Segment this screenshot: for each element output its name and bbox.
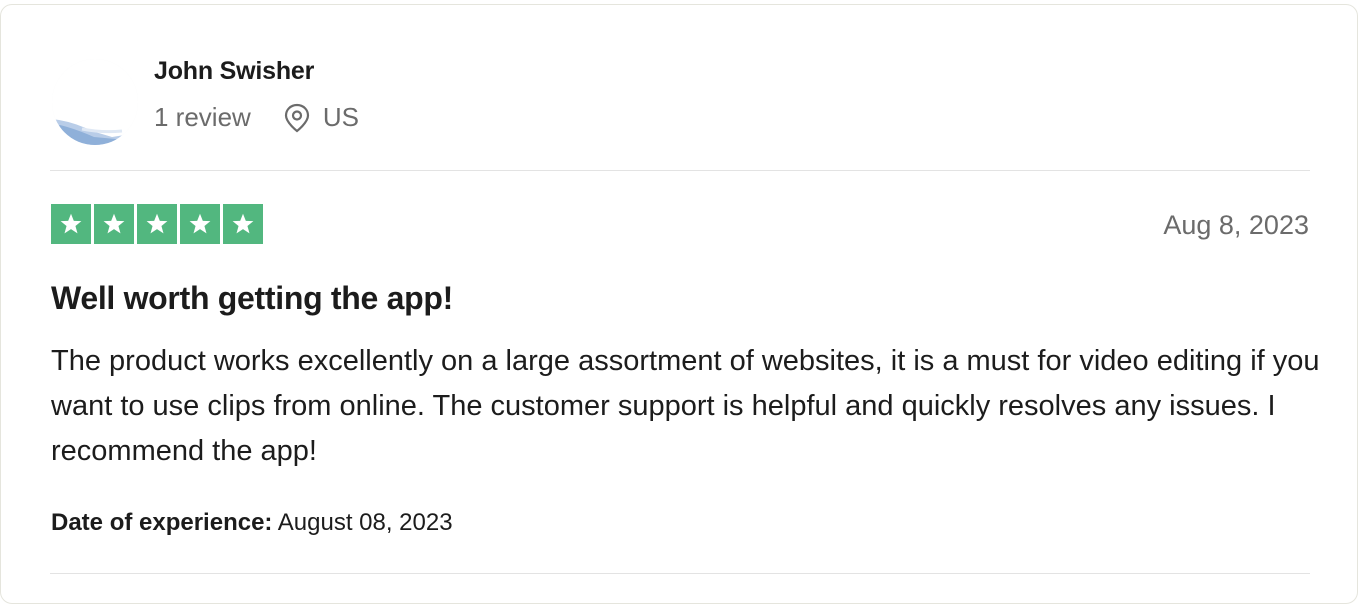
star-1-icon	[51, 204, 91, 244]
reviewer-country: US	[322, 102, 359, 132]
location-pin-icon	[283, 103, 311, 133]
review-title[interactable]: Well worth getting the app!	[51, 280, 453, 317]
review-body: The product works excellently on a large…	[51, 345, 1320, 467]
avatar-image	[52, 59, 138, 145]
header-divider	[50, 170, 1310, 171]
reviewer-meta: 1 review US	[154, 102, 359, 133]
experience-date: August 08, 2023	[277, 509, 453, 536]
avatar[interactable]	[52, 59, 138, 145]
reviewer-name[interactable]: John Swisher	[154, 57, 314, 86]
review-date: Aug 8, 2023	[1163, 210, 1309, 240]
star-4-icon	[180, 204, 220, 244]
star-rating	[51, 204, 263, 244]
review-count: 1 review	[154, 102, 251, 132]
star-5-icon	[223, 204, 263, 244]
date-of-experience: Date of experience: August 08, 2023	[51, 509, 453, 537]
star-2-icon	[94, 204, 134, 244]
footer-divider	[50, 573, 1310, 574]
star-3-icon	[137, 204, 177, 244]
experience-label: Date of experience:	[51, 509, 273, 536]
